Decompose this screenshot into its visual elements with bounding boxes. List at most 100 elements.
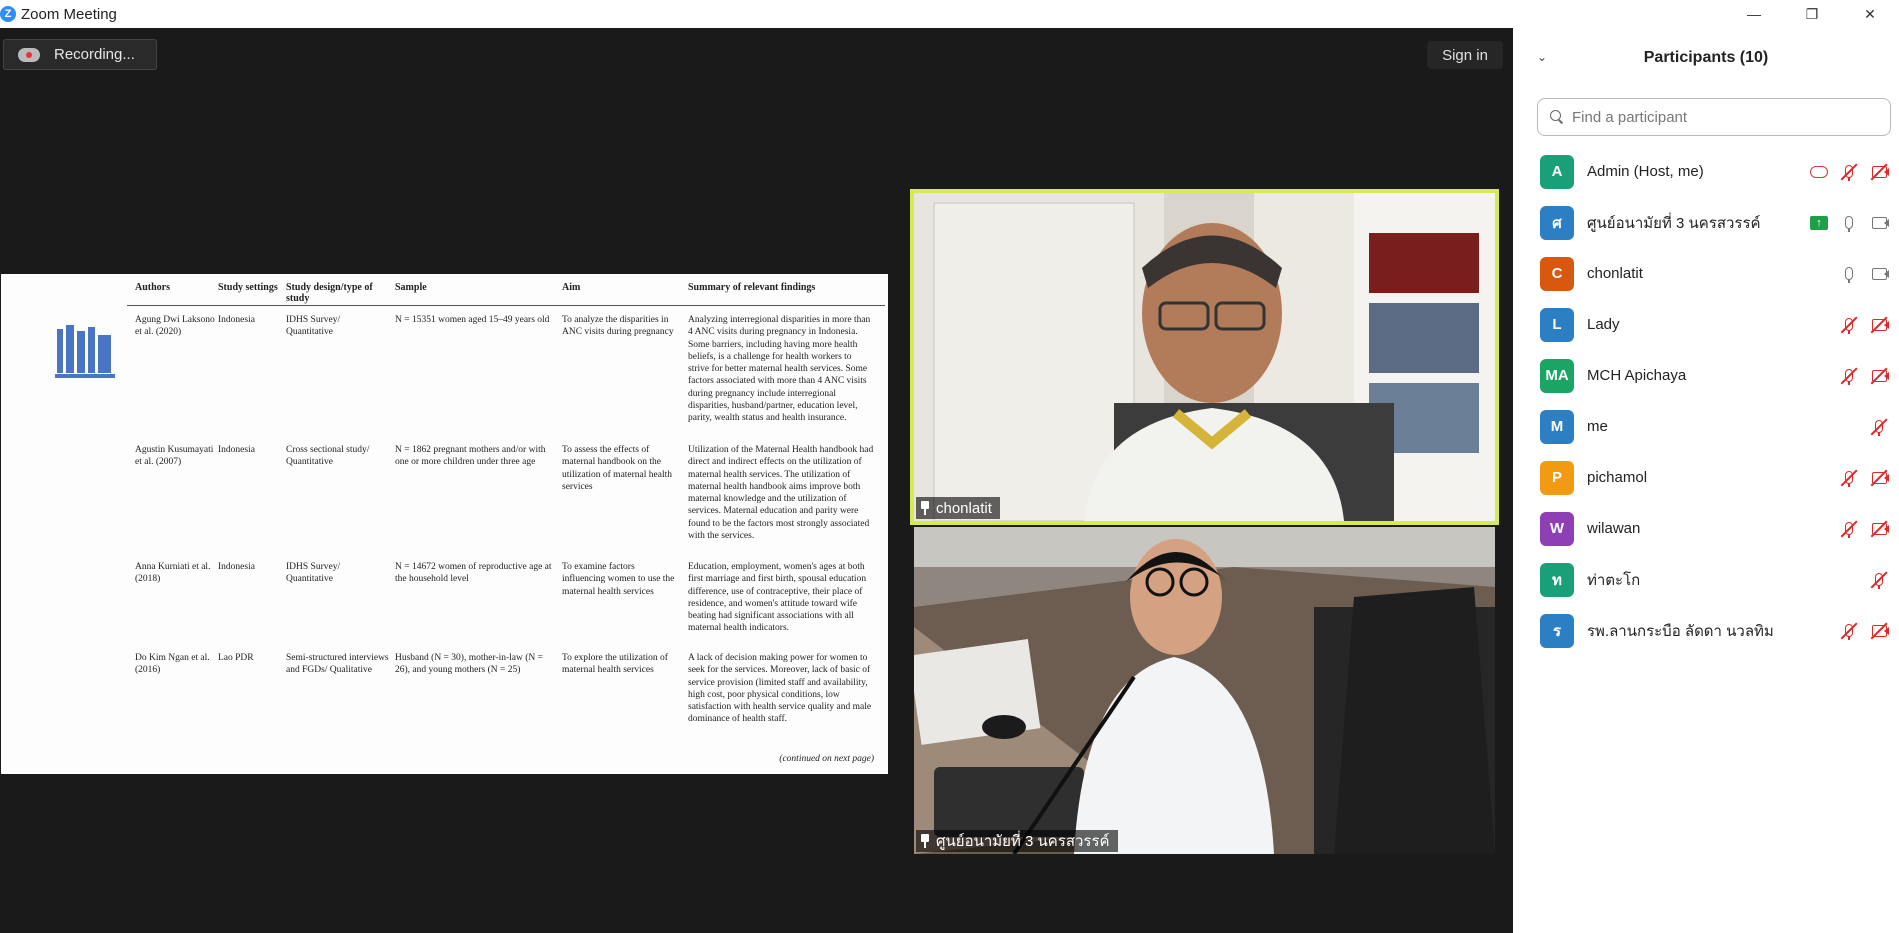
close-button[interactable]: ✕: [1841, 0, 1899, 28]
microphone-muted-icon[interactable]: [1839, 366, 1859, 386]
table-cell: Do Kim Ngan et al. (2016): [135, 653, 210, 676]
literature-table: Authors Study settings Study design/type…: [127, 282, 885, 744]
window-title: Zoom Meeting: [21, 5, 117, 23]
camera-off-icon[interactable]: [1869, 315, 1889, 335]
microphone-muted-icon[interactable]: [1839, 315, 1859, 335]
avatar: M: [1540, 409, 1574, 444]
continued-note: (continued on next page): [779, 754, 874, 764]
avatar: C: [1540, 256, 1574, 291]
table-header-row: Authors Study settings Study design/type…: [127, 282, 885, 306]
video-participant-name: chonlatit: [936, 499, 992, 517]
video-feed: [914, 193, 1495, 521]
participant-item[interactable]: ร รพ.ลานกระบือ ลัดดา นวลทิม: [1513, 605, 1899, 656]
sign-in-button[interactable]: Sign in: [1427, 41, 1503, 69]
column-header: Aim: [562, 282, 581, 293]
chevron-down-icon[interactable]: ⌄: [1537, 50, 1549, 64]
participant-name: ท่าตะโก: [1587, 571, 1641, 589]
participant-status-icons: [1839, 315, 1889, 335]
participant-item[interactable]: L Lady: [1513, 299, 1899, 350]
cloud-record-icon: [18, 47, 40, 62]
camera-icon[interactable]: [1869, 213, 1889, 233]
video-name-tag: chonlatit: [916, 497, 1000, 519]
screen-share-icon: [1809, 213, 1829, 233]
camera-off-icon[interactable]: [1869, 162, 1889, 182]
pin-icon: [920, 834, 930, 848]
pin-icon: [920, 501, 930, 515]
participant-status-icons: [1839, 621, 1889, 641]
participant-status-icons: [1839, 366, 1889, 386]
camera-icon[interactable]: [1869, 264, 1889, 284]
participant-name: Lady: [1587, 316, 1620, 333]
participant-name: ศูนย์อนามัยที่ 3 นครสวรรค์: [1587, 214, 1761, 232]
window-controls: — ❐ ✕: [1725, 0, 1899, 28]
participant-status-icons: [1809, 213, 1889, 233]
table-cell: To analyze the disparities in ANC visits…: [562, 315, 674, 338]
table-cell: IDHS Survey/ Quantitative: [286, 562, 341, 585]
video-tile-chonlatit[interactable]: chonlatit: [910, 189, 1499, 525]
column-header: Study design/type of study: [286, 282, 373, 304]
avatar: W: [1540, 511, 1574, 546]
table-cell: Education, employment, women's ages at b…: [688, 562, 867, 634]
table-cell: Agung Dwi Laksono et al. (2020): [135, 315, 215, 338]
participant-name: me: [1587, 418, 1608, 435]
meeting-area: Recording... Sign in Authors Study setti…: [0, 28, 1513, 933]
panel-header: ⌄ Participants (10): [1513, 28, 1899, 88]
camera-off-icon[interactable]: [1869, 468, 1889, 488]
table-cell: Agustin Kusumayati et al. (2007): [135, 445, 214, 468]
video-feed: [914, 527, 1495, 854]
participant-item[interactable]: Cchonlatit: [1513, 248, 1899, 299]
participant-name: Admin (Host, me): [1587, 163, 1704, 180]
microphone-muted-icon[interactable]: [1839, 621, 1859, 641]
table-cell: Anna Kurniati et al. (2018): [135, 562, 211, 585]
title-bar: Z Zoom Meeting — ❐ ✕: [0, 0, 1899, 28]
recording-indicator[interactable]: Recording...: [3, 39, 157, 70]
microphone-icon[interactable]: [1839, 213, 1859, 233]
column-header: Authors: [135, 282, 171, 293]
microphone-muted-icon[interactable]: [1869, 417, 1889, 437]
table-cell: N = 1862 pregnant mothers and/or with on…: [395, 445, 546, 468]
avatar: A: [1540, 154, 1574, 189]
table-cell: To examine factors influencing women to …: [562, 562, 675, 597]
restore-button[interactable]: ❐: [1783, 0, 1841, 28]
camera-off-icon[interactable]: [1869, 621, 1889, 641]
column-header: Summary of relevant findings: [688, 282, 816, 293]
participant-name: pichamol: [1587, 469, 1648, 486]
avatar: ท: [1540, 562, 1574, 597]
recording-label: Recording...: [54, 46, 135, 63]
table-cell: To assess the effects of maternal handbo…: [562, 445, 673, 492]
participant-status-icons: [1839, 264, 1889, 284]
microphone-muted-icon[interactable]: [1839, 162, 1859, 182]
minimize-button[interactable]: —: [1725, 0, 1783, 28]
participant-item[interactable]: ศ ศูนย์อนามัยที่ 3 นครสวรรค์: [1513, 197, 1899, 248]
participant-item[interactable]: Wwilawan: [1513, 503, 1899, 554]
table-cell: IDHS Survey/ Quantitative: [286, 315, 341, 338]
participant-item[interactable]: ท ท่าตะโก: [1513, 554, 1899, 605]
microphone-muted-icon[interactable]: [1869, 570, 1889, 590]
microphone-icon[interactable]: [1839, 264, 1859, 284]
avatar: L: [1540, 307, 1574, 342]
video-name-tag: ศูนย์อนามัยที่ 3 นครสวรรค์: [916, 830, 1118, 852]
participant-item[interactable]: MA MCH Apichaya: [1513, 350, 1899, 401]
participant-item[interactable]: Ppichamol: [1513, 452, 1899, 503]
participant-status-icons: [1869, 570, 1889, 590]
table-cell: Analyzing interregional disparities in m…: [688, 315, 871, 424]
table-cell: A lack of decision making power for wome…: [688, 653, 872, 725]
participant-item[interactable]: Mme: [1513, 401, 1899, 452]
search-input[interactable]: [1572, 108, 1872, 126]
camera-off-icon[interactable]: [1869, 366, 1889, 386]
table-cell: Utilization of the Maternal Health handb…: [688, 445, 874, 542]
microphone-muted-icon[interactable]: [1839, 468, 1859, 488]
table-cell: Indonesia: [218, 562, 255, 572]
microphone-muted-icon[interactable]: [1839, 519, 1859, 539]
search-icon: [1550, 110, 1564, 124]
table-cell: Indonesia: [218, 445, 255, 455]
shared-screen-document: Authors Study settings Study design/type…: [1, 274, 888, 774]
participant-item[interactable]: A Admin (Host, me): [1513, 146, 1899, 197]
video-tile-center[interactable]: ศูนย์อนามัยที่ 3 นครสวรรค์: [914, 527, 1495, 854]
camera-off-icon[interactable]: [1869, 519, 1889, 539]
participants-panel: ⌄ Participants (10) A Admin (Host, me) ศ ศู…: [1513, 28, 1899, 933]
participant-name: chonlatit: [1587, 265, 1643, 282]
participant-search[interactable]: [1537, 98, 1891, 136]
table-cell: To explore the utilization of maternal h…: [562, 653, 668, 676]
panel-title: Participants (10): [1643, 49, 1769, 66]
